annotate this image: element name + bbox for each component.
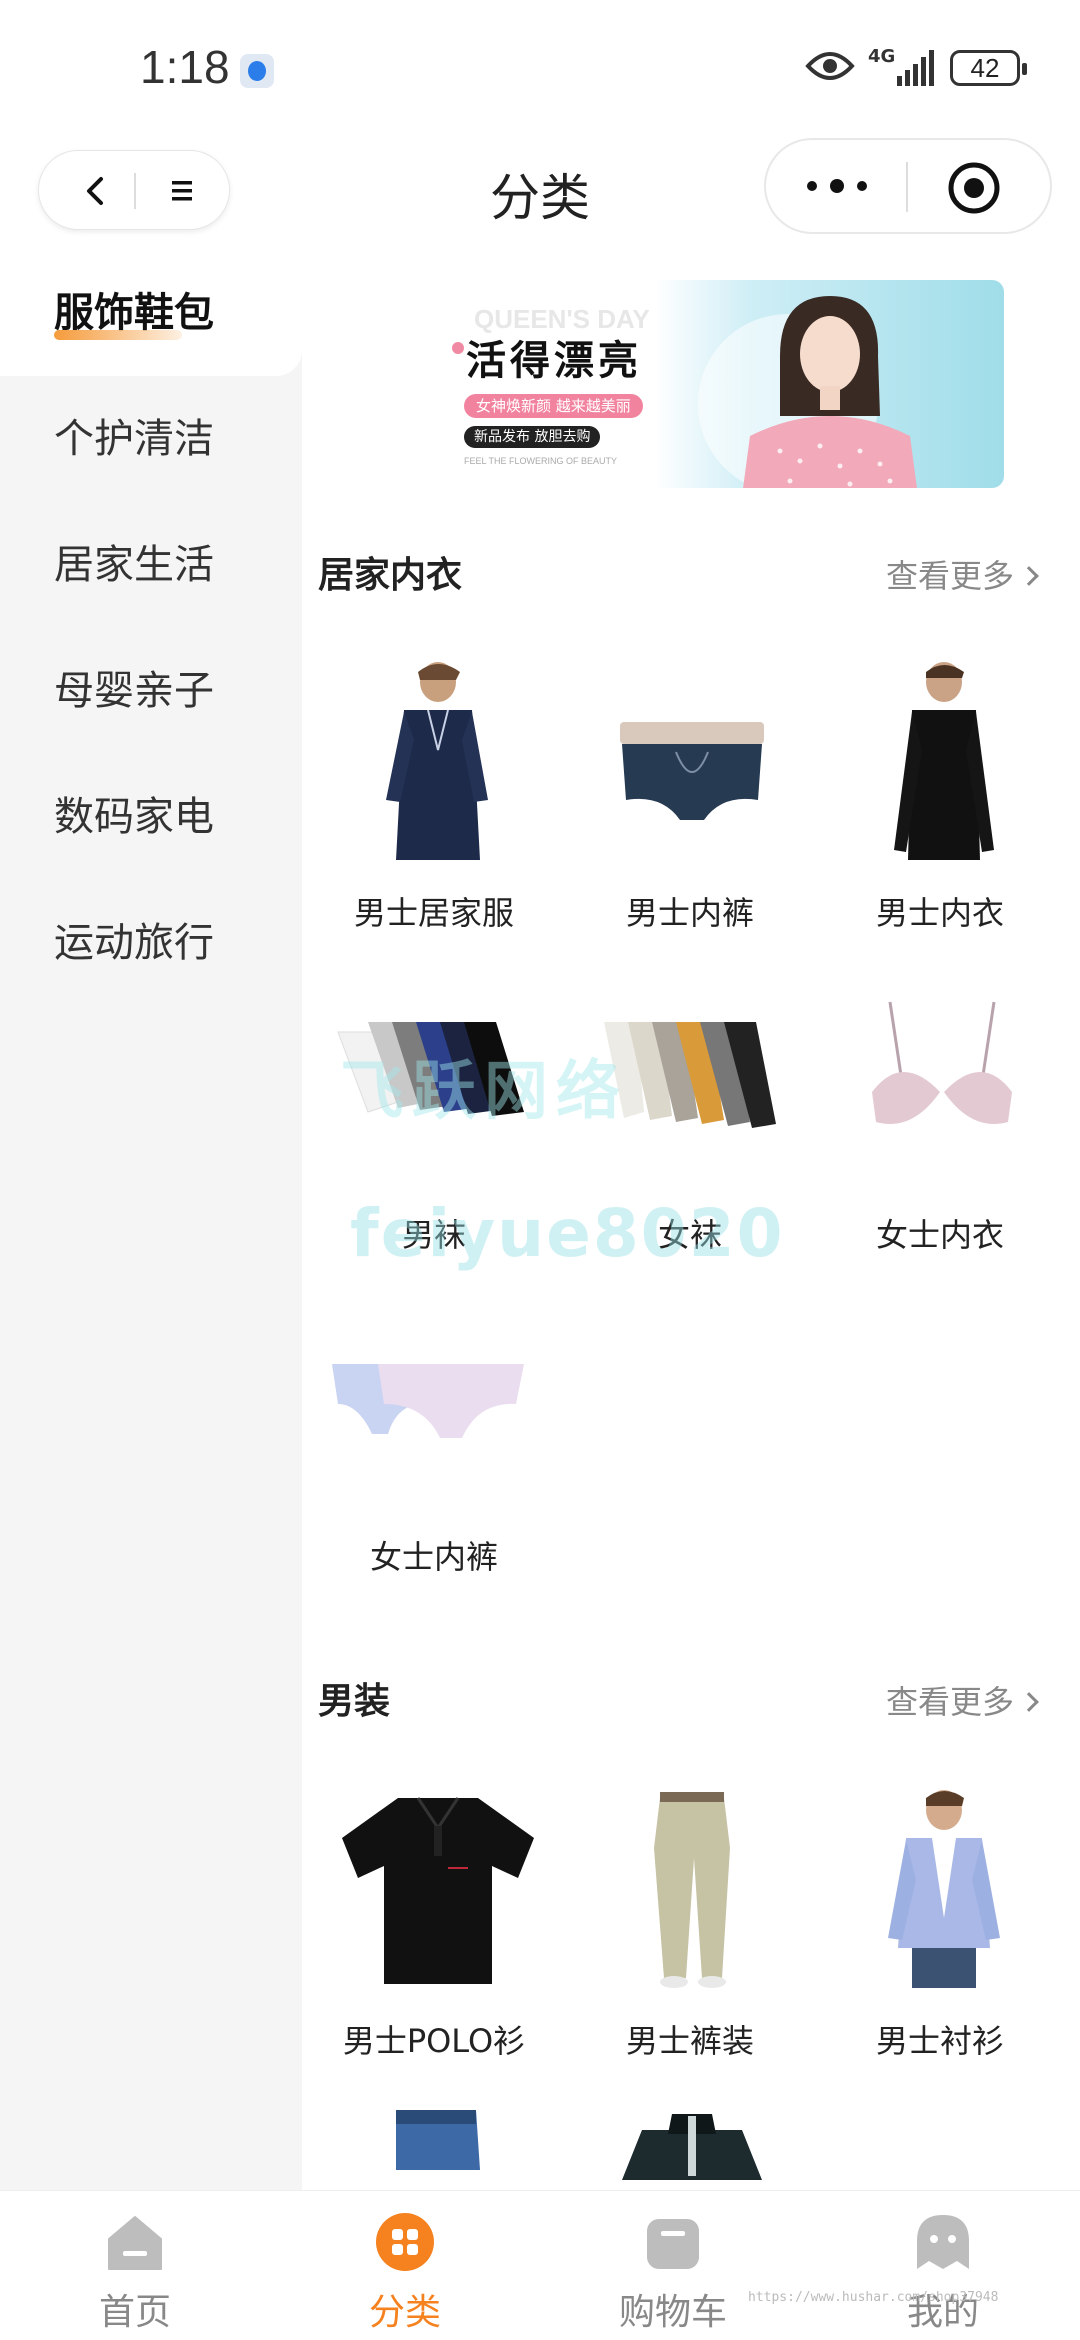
jeans-image xyxy=(396,2110,480,2170)
jacket-image xyxy=(622,2114,762,2180)
sidebar-item-label: 个护清洁 xyxy=(54,416,214,462)
category-cell[interactable]: 男士内衣 xyxy=(814,660,1066,970)
category-label: 男士内裤 xyxy=(625,894,754,932)
sidebar-item-mother-baby[interactable]: 母婴亲子 xyxy=(0,628,302,754)
banner-decor-dot xyxy=(452,342,464,354)
section-title: 男装 xyxy=(318,1681,391,1722)
tab-label: 分类 xyxy=(368,2292,441,2333)
category-sidebar: 服饰鞋包 个护清洁 居家生活 母婴亲子 数码家电 运动旅行 xyxy=(0,250,302,2190)
chevron-right-icon xyxy=(1019,1692,1039,1712)
category-label: 男士裤装 xyxy=(625,2022,754,2060)
view-more-link[interactable]: 查看更多 xyxy=(885,546,1039,606)
watermark-text: feiyue8020 xyxy=(350,1195,785,1272)
battery-indicator: 42 xyxy=(950,50,1027,86)
section-title: 居家内衣 xyxy=(318,555,463,596)
category-cell[interactable] xyxy=(564,2110,816,2190)
sidebar-item-label: 服饰鞋包 xyxy=(54,290,214,336)
section-header-menswear: 男装 查看更多 xyxy=(318,1672,1078,1732)
mens-shirt-image xyxy=(888,1790,1000,1988)
category-cell[interactable]: 女士内衣 xyxy=(814,982,1066,1292)
banner-title: 活得漂亮 xyxy=(466,338,642,384)
status-bar: 1:18 4G 42 xyxy=(0,0,1080,130)
mens-trousers-image xyxy=(654,1792,730,1988)
sidebar-item-home-living[interactable]: 居家生活 xyxy=(0,502,302,628)
banner-subtagline: 新品发布 放胆去购 xyxy=(464,426,601,448)
view-more-label: 查看更多 xyxy=(885,557,1014,595)
section-header-home-underwear: 居家内衣 查看更多 xyxy=(318,546,1078,606)
pajamas-image xyxy=(386,662,488,860)
category-cell[interactable] xyxy=(308,2110,560,2190)
shield-icon xyxy=(240,54,274,88)
category-cell[interactable]: 男士裤装 xyxy=(564,1788,816,2098)
tab-cart[interactable]: 购物车 xyxy=(583,2203,763,2333)
watermark-text: 飞跃网络 xyxy=(340,1055,628,1129)
sidebar-item-label: 运动旅行 xyxy=(54,920,214,966)
capsule-divider xyxy=(906,162,908,212)
womens-panties-image xyxy=(332,1364,524,1438)
category-cell[interactable]: 男士衬衫 xyxy=(814,1788,1066,2098)
promo-banner[interactable]: QUEEN'S DAY 活得漂亮 女神焕新颜 越来越美丽 新品发布 放胆去购 F… xyxy=(440,280,1004,488)
nav-bar: 分类 xyxy=(0,130,1080,250)
eye-icon xyxy=(805,52,855,80)
category-label: 男士POLO衫 xyxy=(342,2022,526,2060)
status-time: 1:18 xyxy=(140,41,230,93)
category-label: 男士内衣 xyxy=(875,894,1004,932)
tab-bar: 首页 分类 购物车 我的 xyxy=(0,2190,1080,2340)
tab-home[interactable]: 首页 xyxy=(45,2203,225,2333)
signal-icon xyxy=(897,50,934,86)
sidebar-item-label: 居家生活 xyxy=(54,542,214,588)
category-label: 女士内裤 xyxy=(369,1538,498,1576)
mens-undershirt-image xyxy=(894,662,994,860)
more-dots-icon[interactable] xyxy=(802,168,872,204)
banner-tagline: 女神焕新颜 越来越美丽 xyxy=(464,394,643,418)
view-more-link[interactable]: 查看更多 xyxy=(885,1672,1039,1732)
polo-shirt-image xyxy=(342,1797,534,1984)
category-cell[interactable]: 男士内裤 xyxy=(564,660,816,970)
chevron-right-icon xyxy=(1019,566,1039,586)
tab-category[interactable]: 分类 xyxy=(315,2203,495,2333)
category-icon xyxy=(376,2213,434,2271)
tab-profile[interactable]: 我的 xyxy=(853,2203,1033,2333)
banner-small-text: FEEL THE FLOWERING OF BEAUTY xyxy=(464,456,618,466)
sidebar-item-label: 母婴亲子 xyxy=(54,668,214,714)
category-label: 男士衬衫 xyxy=(875,2022,1004,2060)
tab-label: 购物车 xyxy=(618,2292,727,2333)
cart-icon xyxy=(647,2219,699,2269)
tab-label: 首页 xyxy=(98,2292,171,2333)
category-cell[interactable]: 男士居家服 xyxy=(308,660,560,970)
category-label: 女士内衣 xyxy=(875,1216,1004,1254)
sidebar-item-personal-care[interactable]: 个护清洁 xyxy=(0,376,302,502)
category-cell[interactable]: 男士POLO衫 xyxy=(308,1788,560,2098)
mens-briefs-image xyxy=(620,722,764,820)
network-label: 4G xyxy=(868,46,896,67)
sidebar-item-digital[interactable]: 数码家电 xyxy=(0,754,302,880)
profile-icon xyxy=(917,2215,969,2269)
category-label: 男士居家服 xyxy=(353,894,514,932)
close-miniprogram-icon[interactable] xyxy=(946,160,1002,216)
url-watermark: https://www.hushar.com/shop37948 xyxy=(748,2290,999,2305)
bra-image xyxy=(872,1001,1012,1124)
banner-model-image xyxy=(743,296,917,488)
sidebar-item-sports-travel[interactable]: 运动旅行 xyxy=(0,880,302,1006)
sidebar-item-apparel[interactable]: 服饰鞋包 xyxy=(0,250,302,376)
sidebar-item-label: 数码家电 xyxy=(54,794,214,840)
home-icon xyxy=(108,2216,162,2270)
category-cell[interactable]: 女士内裤 xyxy=(308,1304,560,1614)
view-more-label: 查看更多 xyxy=(885,1683,1014,1721)
nav-capsule-right xyxy=(764,138,1052,234)
